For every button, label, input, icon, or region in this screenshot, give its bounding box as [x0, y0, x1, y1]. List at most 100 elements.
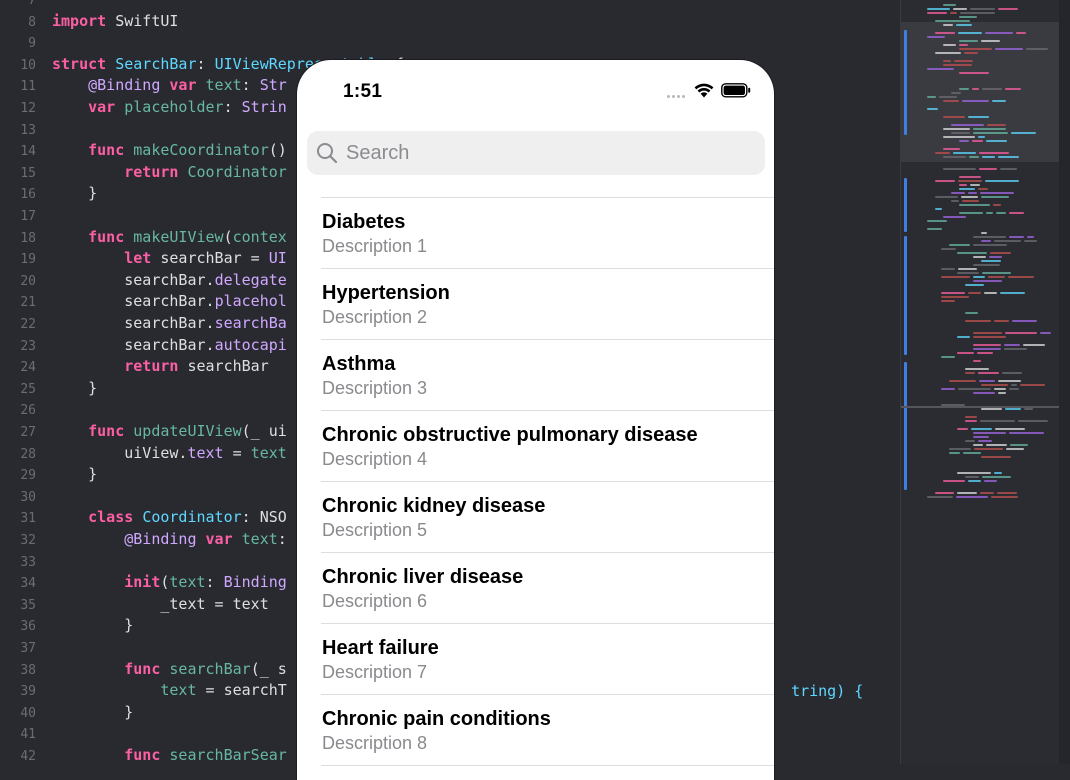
minimap-code-line — [986, 212, 993, 214]
code-line: 15 return Coordinator — [0, 161, 286, 183]
minimap-code-line — [959, 184, 967, 186]
code-token: func — [88, 422, 125, 440]
minimap-code-line — [973, 236, 1006, 238]
code-token: } — [52, 465, 98, 484]
minimap-code-line — [968, 116, 989, 118]
minimap-code-line — [927, 8, 950, 10]
minimap-code-line — [959, 204, 990, 206]
list-item[interactable]: Diabetes Description 1 — [321, 198, 774, 269]
minimap-code-line — [972, 140, 983, 142]
minimap-code-line — [973, 392, 995, 394]
minimap-code-line — [962, 100, 989, 102]
code-line: 22 searchBar.searchBa — [0, 312, 286, 334]
minimap-code-line — [1005, 332, 1037, 334]
minimap-code-line — [941, 388, 955, 390]
list-item[interactable]: Chronic liver disease Description 6 — [321, 553, 774, 624]
search-icon — [316, 142, 338, 164]
minimap-code-line — [982, 476, 1011, 478]
minimap-code-line — [943, 24, 953, 26]
minimap-code-line — [949, 244, 970, 246]
minimap-code-line — [978, 136, 985, 138]
minimap-code-line — [950, 12, 957, 14]
minimap-code-line — [973, 244, 1007, 246]
code-line: 24 return searchBar — [0, 355, 268, 377]
code-token: } — [52, 702, 134, 721]
code-line: 33 — [0, 550, 52, 572]
code-token: searchBar — [169, 659, 251, 678]
minimap-code-line — [951, 132, 970, 134]
editor-scrollbar[interactable] — [1059, 0, 1070, 764]
code-minimap[interactable] — [900, 0, 1070, 764]
minimap-code-line — [965, 368, 989, 370]
code-line: 28 uiView.text = text — [0, 442, 287, 464]
wifi-icon — [694, 82, 714, 103]
list-item[interactable]: Chronic obstructive pulmonary disease Des… — [321, 411, 774, 482]
list-item[interactable]: Heart failure Description 7 — [321, 624, 774, 695]
code-token: = searchT — [196, 681, 287, 700]
minimap-code-line — [951, 192, 965, 194]
minimap-code-line — [927, 68, 954, 70]
minimap-code-line — [965, 420, 977, 422]
minimap-code-line — [995, 428, 1025, 430]
minimap-code-line — [943, 168, 976, 170]
minimap-code-line — [963, 452, 981, 454]
minimap-code-line — [973, 336, 1006, 338]
minimap-code-line — [973, 344, 1001, 346]
minimap-code-line — [959, 88, 969, 90]
minimap-code-line — [1010, 444, 1028, 446]
list-item-title: Heart failure — [322, 637, 439, 659]
code-token: : — [241, 76, 260, 95]
code-token: let — [124, 249, 152, 268]
minimap-code-line — [973, 264, 1000, 266]
minimap-code-line — [958, 268, 977, 270]
list-item[interactable]: Chronic pain conditions Description 8 — [321, 695, 774, 766]
minimap-code-line — [973, 348, 1001, 350]
list-item[interactable]: Chronic kidney disease Description 5 — [321, 482, 774, 553]
list-item-title: Chronic pain conditions — [322, 708, 551, 730]
minimap-code-line — [943, 128, 970, 130]
code-token: searchBar. — [52, 292, 215, 311]
minimap-code-line — [980, 492, 994, 494]
minimap-code-line — [957, 336, 970, 338]
minimap-code-line — [941, 248, 956, 250]
minimap-change-marker — [904, 236, 907, 355]
minimap-code-line — [964, 52, 978, 54]
list-item[interactable]: Asthma Description 3 — [321, 340, 774, 411]
minimap-code-line — [1024, 240, 1037, 242]
minimap-code-line — [1000, 168, 1017, 170]
minimap-code-line — [973, 256, 986, 258]
minimap-code-line — [988, 276, 1005, 278]
minimap-code-line — [1020, 384, 1045, 386]
minimap-code-line — [941, 268, 955, 270]
search-bar[interactable]: Search — [307, 131, 765, 175]
minimap-code-line — [973, 360, 981, 362]
minimap-code-line — [1009, 212, 1024, 214]
minimap-code-line — [953, 8, 967, 10]
code-token: func — [88, 141, 125, 160]
minimap-code-line — [927, 496, 953, 498]
minimap-code-line — [935, 152, 950, 154]
minimap-code-line — [984, 480, 997, 482]
code-token: } — [52, 184, 98, 203]
list-item-title: Hypertension — [322, 282, 450, 304]
list-item-title: Diabetes — [322, 211, 406, 233]
minimap-code-line — [970, 184, 980, 186]
code-token: Str — [259, 76, 287, 95]
minimap-code-line — [981, 40, 1000, 42]
list-item[interactable]: Hypertension Description 2 — [321, 269, 774, 340]
code-token: text — [250, 443, 287, 462]
code-token: UI — [268, 249, 287, 268]
minimap-code-line — [1005, 408, 1021, 410]
condition-list[interactable]: Diabetes Description 1 Hypertension Descrip… — [297, 197, 774, 766]
code-line: 29 } — [0, 463, 97, 485]
list-item-subtitle: Description 8 — [322, 733, 428, 753]
code-line: 12 var placeholder: Strin — [0, 96, 286, 118]
